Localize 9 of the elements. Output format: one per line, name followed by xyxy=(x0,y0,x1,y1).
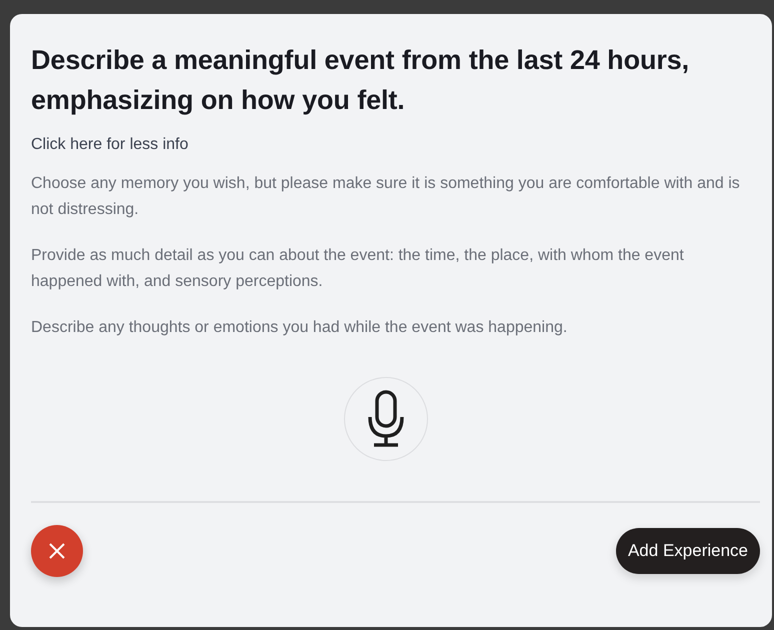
prompt-title: Describe a meaningful event from the last 24 hours, emphasizing on how you felt. xyxy=(31,44,690,117)
instruction-text: Describe any thoughts or emotions you had while the event was happening. xyxy=(31,318,568,338)
instruction-text: Choose any memory you wish, but please make sure it is something you are comfortable with and is not distressing. xyxy=(31,174,741,220)
instruction-text: Provide as much detail as you can about the event: the time, the place, with whom the event happened with, and sensory perceptions. xyxy=(31,246,685,292)
add-experience-button[interactable]: Add Experience xyxy=(616,528,760,574)
cancel-button[interactable] xyxy=(31,525,83,577)
info-link[interactable]: Click here for less info xyxy=(31,136,188,154)
microphone-icon xyxy=(366,390,406,448)
close-icon xyxy=(48,542,66,560)
